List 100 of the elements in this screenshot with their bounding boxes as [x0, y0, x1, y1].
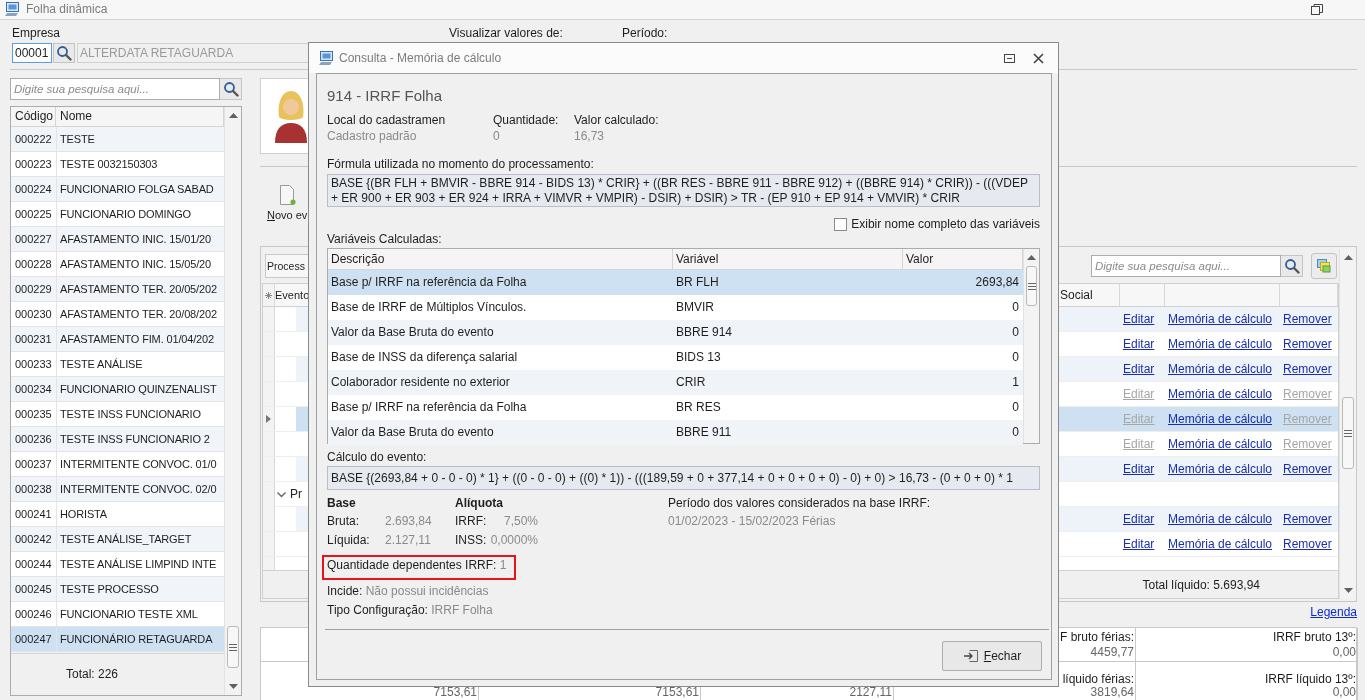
action-link[interactable]: Remover	[1280, 537, 1332, 551]
table-row[interactable]: Base de INSS da diferença salarial BIDS 13 0	[328, 345, 1023, 370]
table-cell-text: BIDS 13	[675, 349, 722, 366]
search-button[interactable]	[1281, 254, 1303, 277]
table-row[interactable]: 000234 FUNCIONARIO QUINZENALIST	[11, 377, 224, 402]
grip-icon	[1344, 429, 1352, 437]
up-arrow-icon[interactable]	[1343, 255, 1353, 260]
field-label: Visualizar valores de:	[449, 26, 564, 40]
minimize-icon[interactable]	[1004, 53, 1015, 63]
scrollbar-thumb[interactable]	[1026, 266, 1037, 306]
table-row[interactable]: Valor da Base Bruta do evento BBRE 911 0	[328, 420, 1023, 445]
close-button[interactable]: Fechar	[942, 641, 1042, 671]
table-row[interactable]: 000224 FUNCIONARIO FOLGA SABAD	[11, 177, 224, 202]
table-cell-text: 000235	[14, 407, 53, 422]
table-row[interactable]: Base p/ IRRF na referência da Folha BR FLH 2693,84	[328, 270, 1023, 295]
new-event-button[interactable]: Novo ev	[267, 185, 308, 221]
table-row[interactable]: Base p/ IRRF na referência da Folha BR RES 0	[328, 395, 1023, 420]
table-row[interactable]: 000231 AFASTAMENTO FIM. 01/04/202	[11, 327, 224, 352]
table-cell-text: BR RES	[675, 399, 722, 416]
table-cell-text: 000237	[14, 457, 53, 472]
search-field[interactable]: Digite sua pesquisa aqui...	[1091, 254, 1281, 277]
legend-link[interactable]: Legenda	[1307, 605, 1357, 619]
down-arrow-icon[interactable]	[228, 684, 238, 689]
scrollbar[interactable]	[224, 107, 241, 695]
table-row[interactable]: 000245 TESTE PROCESSO	[11, 577, 224, 602]
table-cell-text: Base de INSS da diferença salarial	[330, 349, 519, 366]
layers-button[interactable]	[1311, 252, 1337, 279]
column-header[interactable]: Variável	[673, 249, 903, 269]
table-row[interactable]: 000247 FUNCIONÁRIO RETAGUARDA	[11, 627, 224, 652]
search-icon	[1283, 257, 1300, 274]
scrollbar-thumb[interactable]	[227, 626, 239, 668]
checkbox-label[interactable]: Exibir nome completo das variáveis	[851, 217, 1040, 231]
search-button[interactable]	[220, 78, 242, 100]
row-pointer-icon	[266, 415, 271, 423]
action-link[interactable]: Memória de cálculo	[1165, 537, 1273, 551]
field-value: 2.693,84	[385, 513, 433, 530]
table-cell-text: 0	[1011, 399, 1020, 416]
field-value: 0	[493, 128, 501, 144]
table-cell-text: BBRE 914	[675, 324, 734, 341]
formula-box: BASE {(BR FLH + BMVIR - BBRE 914 - BIDS 13) * CRIR} + ((BR RES - BBRE 911 - BBRE 912) + ((BBRE 914) * CRIR)) - (((VDEP + ER 900 + ER 903 + ER 924 + IRRA + VIMVR + VMPIR) - DSIR) + DSIR) > TR - (EP 910 + EP 914 + VMVIR) * CRIR	[327, 174, 1040, 207]
table-cell-text: 000227	[14, 232, 53, 247]
chevron-down-icon[interactable]	[277, 491, 286, 498]
action-link[interactable]: Editar	[1120, 337, 1155, 351]
table-cell-text: 000242	[14, 532, 53, 547]
summary-label: líquido férias:	[1062, 673, 1134, 686]
table-cell-text: Colaborador residente no exterior	[330, 374, 511, 391]
scrollbar-thumb[interactable]	[1342, 397, 1354, 469]
summary-label: IRRF líquido 13º:	[1264, 673, 1356, 686]
table-cell-text: 2693,84	[974, 274, 1020, 291]
table-row[interactable]: 000242 TESTE ANÁLISE_TARGET	[11, 527, 224, 552]
table-cell-text: BMVIR	[675, 299, 715, 316]
up-arrow-icon[interactable]	[1027, 255, 1036, 260]
document-icon	[278, 185, 297, 205]
search-field[interactable]: Digite sua pesquisa aqui...	[10, 78, 220, 100]
checkbox[interactable]	[834, 217, 848, 231]
table-cell-text: 000241	[14, 507, 53, 522]
scrollbar[interactable]	[1023, 249, 1039, 443]
table-row[interactable]: 000227 AFASTAMENTO INIC. 15/01/20	[11, 227, 224, 252]
search-button[interactable]	[53, 43, 75, 63]
table-row[interactable]: 000238 INTERMITENTE CONVOC. 02/0	[11, 477, 224, 502]
table-cell-text: 0	[1011, 299, 1020, 316]
summary-value: 7153,61	[655, 686, 699, 699]
table-cell-text: Base p/ IRRF na referência da Folha	[330, 274, 528, 291]
table-cell-text: 000234	[14, 382, 53, 397]
asterisk-icon	[265, 291, 272, 299]
table-row[interactable]: 000222 TESTE	[11, 127, 224, 152]
restore-icon[interactable]	[1311, 3, 1323, 15]
table-row[interactable]: Valor da Base Bruta do evento BBRE 914 0	[328, 320, 1023, 345]
table-cell-text: 0	[1011, 349, 1020, 366]
table-row[interactable]: Colaborador residente no exterior CRIR 1	[328, 370, 1023, 395]
column-header[interactable]: Descrição	[328, 249, 673, 269]
section-title: Período dos valores considerados na base IRRF:	[668, 495, 932, 512]
field-value: 16,73	[574, 128, 606, 144]
section-title: Base	[327, 495, 357, 512]
grip-icon	[1027, 282, 1036, 290]
action-link[interactable]: Remover	[1280, 337, 1332, 351]
table-row[interactable]: 000236 TESTE INSS FUNCIONARIO 2	[11, 427, 224, 452]
close-icon[interactable]	[1033, 52, 1044, 64]
down-arrow-icon[interactable]	[1343, 588, 1353, 593]
table-row[interactable]: Base de IRRF de Múltiplos Vínculos. BMVIR 0	[328, 295, 1023, 320]
table-cell-text: 0	[1011, 424, 1020, 441]
table-cell-text: Base de IRRF de Múltiplos Vínculos.	[330, 299, 528, 316]
action-link[interactable]: Memória de cálculo	[1165, 337, 1273, 351]
scrollbar[interactable]	[1339, 249, 1356, 599]
column-header[interactable]: Código	[11, 107, 56, 126]
action-link[interactable]: Memória de cálculo	[1165, 437, 1273, 451]
table-cell-text: 000228	[14, 257, 53, 272]
field-label: Local do cadastramen	[327, 112, 447, 128]
window-title: Folha dinâmica	[26, 2, 108, 16]
up-arrow-icon[interactable]	[228, 113, 238, 118]
action-link[interactable]: Editar	[1120, 537, 1155, 551]
summary-value: 0,00	[1332, 645, 1356, 660]
search-icon	[222, 81, 239, 97]
total-count: Total: 226	[66, 667, 119, 681]
action-link[interactable]: Memória de cálculo	[1165, 387, 1273, 401]
table-cell-text: 000225	[14, 207, 53, 222]
table-cell-text: 000224	[14, 182, 53, 197]
company-code-field[interactable]: 00001	[12, 43, 52, 63]
monitor-icon	[4, 1, 20, 17]
table-row[interactable]: 000229 AFASTAMENTO TER. 20/05/202	[11, 277, 224, 302]
